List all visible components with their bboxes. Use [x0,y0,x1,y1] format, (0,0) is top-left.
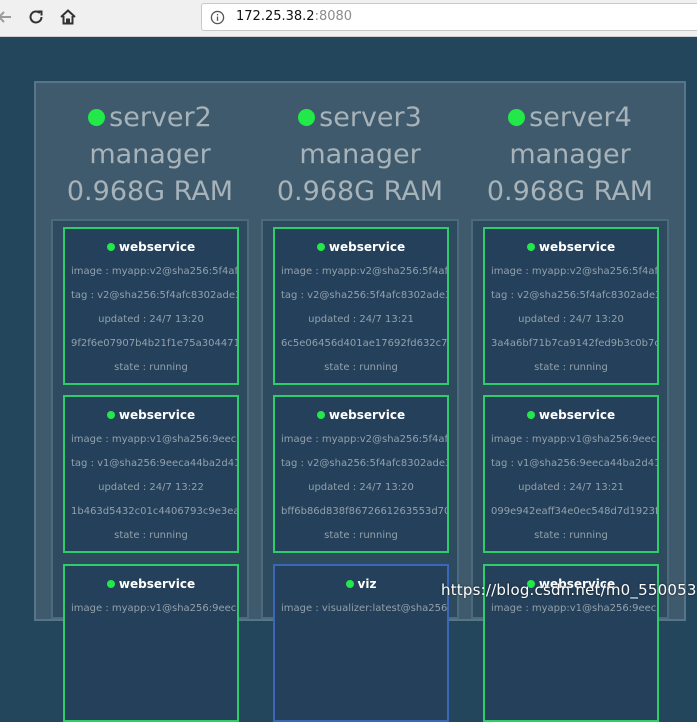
task-card[interactable]: webservice image : myapp:v2@sha256:5f4af… [273,395,449,553]
node-tasks-server2: webservice image : myapp:v2@sha256:5f4af… [51,219,249,722]
task-image: image : myapp:v2@sha256:5f4afc8 [281,434,449,445]
task-state: state : running [534,362,608,373]
task-card[interactable]: webservice image : myapp:v1@sha256:9eeca… [63,564,239,722]
task-updated: updated : 24/7 13:20 [98,314,204,325]
node-role: manager [509,139,631,170]
status-dot-icon [316,411,325,419]
task-image: image : myapp:v1@sha256:9eeca44 [71,603,239,614]
task-name: webservice [538,240,616,254]
node-header-server4: server4 manager 0.968G RAM [470,99,670,210]
task-state: state : running [114,362,188,373]
task-name: webservice [328,408,406,422]
task-id: 1b463d5432c01c4406793c9e3eab7 [71,506,239,517]
task-image: image : myapp:v2@sha256:5f4afc8 [281,266,449,277]
node-name: server2 [109,102,212,133]
node-tasks-server3: webservice image : myapp:v2@sha256:5f4af… [261,219,459,722]
task-state: state : running [324,530,398,541]
watermark-text: https://blog.csdn.net/m0_55005311 [441,581,697,599]
task-name: webservice [118,240,196,254]
task-tag: tag : v2@sha256:5f4afc8302ade316 [71,290,239,301]
node-header-server2: server2 manager 0.968G RAM [50,99,250,210]
url-port: :8080 [314,9,353,24]
status-dot-icon [106,580,115,588]
node-ram: 0.968G RAM [276,176,444,207]
task-updated: updated : 24/7 13:22 [98,482,204,493]
node-tasks-server4: webservice image : myapp:v2@sha256:5f4af… [471,219,669,722]
task-card[interactable]: webservice image : myapp:v2@sha256:5f4af… [483,227,659,385]
home-icon[interactable] [57,6,79,28]
node-role: manager [89,139,211,170]
task-updated: updated : 24/7 13:20 [308,482,414,493]
status-dot-icon [508,109,526,126]
task-state: state : running [534,530,608,541]
url-bar[interactable]: 172.25.38.2:8080 [201,3,697,31]
status-dot-icon [316,243,325,251]
task-updated: updated : 24/7 13:21 [518,482,624,493]
task-name: webservice [538,408,616,422]
node-role: manager [299,139,421,170]
status-dot-icon [106,411,115,419]
task-name: viz [357,577,377,591]
status-dot-icon [345,580,354,588]
task-image: image : visualizer:latest@sha256:c [281,603,449,614]
task-card[interactable]: webservice image : myapp:v2@sha256:5f4af… [63,227,239,385]
task-card[interactable]: webservice image : myapp:v1@sha256:9eeca… [63,395,239,553]
task-card[interactable]: webservice image : myapp:v2@sha256:5f4af… [273,227,449,385]
task-tag: tag : v2@sha256:5f4afc8302ade316 [281,290,449,301]
node-name: server3 [319,102,422,133]
task-updated: updated : 24/7 13:21 [308,314,414,325]
status-dot-icon [106,243,115,251]
task-id: 3a4a6bf71b7ca9142fed9b3c0b7cfe [491,338,659,349]
task-id: bff6b86d838f8672661263553d701 [281,506,449,517]
status-dot-icon [526,243,535,251]
task-tag: tag : v2@sha256:5f4afc8302ade316 [491,290,659,301]
task-name: webservice [118,577,196,591]
task-card[interactable]: webservice image : myapp:v1@sha256:9eeca… [483,395,659,553]
status-dot-icon [88,109,106,126]
task-name: webservice [118,408,196,422]
task-card-viz[interactable]: viz image : visualizer:latest@sha256:c [273,564,449,722]
url-text: 172.25.38.2:8080 [236,9,352,24]
back-arrow-icon[interactable] [0,6,16,28]
status-dot-icon [298,109,316,126]
task-image: image : myapp:v2@sha256:5f4afc8 [491,266,659,277]
task-tag: tag : v2@sha256:5f4afc8302ade316 [281,458,449,469]
task-id: 6c5e06456d401ae17692fd632c7f9 [281,338,449,349]
task-name: webservice [328,240,406,254]
node-name: server4 [529,102,632,133]
reload-icon[interactable] [25,6,47,28]
task-tag: tag : v1@sha256:9eeca44ba2d410e [491,458,659,469]
task-id: 099e942eaff34e0ec548d7d1923fa6 [491,506,659,517]
url-host: 172.25.38.2 [236,9,315,24]
browser-toolbar: 172.25.38.2:8080 [0,0,697,37]
task-id: 9f2f6e07907b4b21f1e75a3044710f [71,338,239,349]
node-header-server3: server3 manager 0.968G RAM [260,99,460,210]
status-dot-icon [526,411,535,419]
task-state: state : running [114,530,188,541]
task-updated: updated : 24/7 13:20 [518,314,624,325]
node-ram: 0.968G RAM [66,176,234,207]
info-icon[interactable] [210,10,225,29]
task-image: image : myapp:v1@sha256:9eeca44 [71,434,239,445]
task-image: image : myapp:v1@sha256:9eeca44 [491,603,659,614]
task-tag: tag : v1@sha256:9eeca44ba2d410e [71,458,239,469]
task-state: state : running [324,362,398,373]
node-ram: 0.968G RAM [486,176,654,207]
task-image: image : myapp:v2@sha256:5f4afc8 [71,266,239,277]
task-image: image : myapp:v1@sha256:9eeca44 [491,434,659,445]
